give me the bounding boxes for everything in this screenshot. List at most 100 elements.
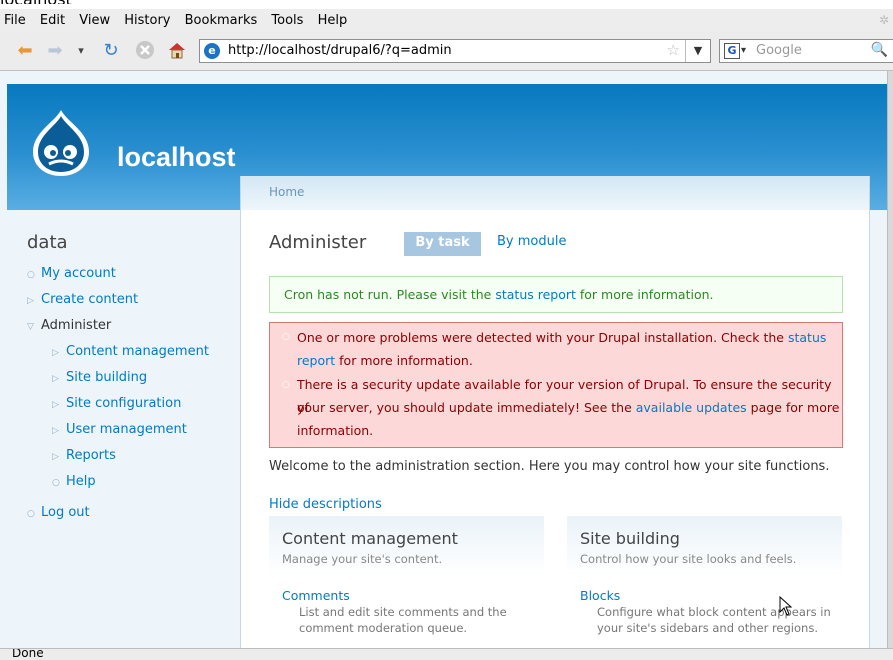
url-bar[interactable]: e http://localhost/drupal6/?q=admin ☆ ▼ [199, 39, 711, 63]
page-favicon-icon: e [204, 43, 220, 59]
url-dropdown-icon[interactable]: ▼ [685, 40, 710, 62]
sidebar-item-help[interactable]: ○ Help [52, 474, 96, 489]
bullet-icon: ○ [282, 380, 290, 390]
search-bar[interactable]: G ▾ Google 🔍 [719, 39, 893, 63]
status-text-after: for more information. [575, 287, 714, 302]
sidebar-item-label: Help [66, 474, 96, 489]
vertical-scrollbar[interactable] [887, 71, 893, 648]
sidebar-item-label: User management [66, 422, 187, 437]
search-input[interactable]: Google [756, 40, 802, 62]
status-bar: Done [0, 648, 893, 660]
reload-icon[interactable]: ↻ [100, 40, 122, 62]
sidebar-item-label: Log out [41, 505, 90, 520]
page-title: Administer [269, 232, 367, 253]
sidebar-item-label: Content management [66, 344, 209, 359]
bullet-icon: ○ [52, 478, 60, 488]
comments-link[interactable]: Comments [282, 588, 350, 603]
collapsed-triangle-icon: ▷ [27, 296, 34, 306]
sidebar-item-user-management[interactable]: ▷ User management [52, 422, 187, 437]
sidebar-item-create-content[interactable]: ▷ Create content [27, 292, 138, 307]
report-link[interactable]: report [297, 353, 335, 368]
welcome-text: Welcome to the administration section. H… [269, 459, 830, 474]
available-updates-link[interactable]: available updates [636, 400, 747, 415]
status-message: Cron has not run. Please visit the statu… [269, 276, 843, 313]
site-name[interactable]: localhost [117, 142, 236, 173]
tab-by-task[interactable]: By task [404, 232, 481, 256]
drupal-logo-icon[interactable] [29, 108, 93, 178]
panel-content-management: Content management Manage your site's co… [269, 516, 544, 648]
sidebar-item-label: Site configuration [66, 396, 182, 411]
panel-title: Content management [282, 529, 458, 548]
stop-icon[interactable] [134, 40, 156, 62]
menu-bar: File Edit View History Bookmarks Tools H… [0, 9, 893, 32]
google-engine-icon[interactable]: G [724, 43, 740, 59]
mouse-pointer-icon [779, 595, 793, 616]
sidebar-item-content-management[interactable]: ▷ Content management [52, 344, 209, 359]
tab-by-module[interactable]: By module [497, 234, 566, 249]
url-text[interactable]: http://localhost/drupal6/?q=admin [228, 40, 452, 62]
sidebar-item-site-building[interactable]: ▷ Site building [52, 370, 147, 385]
status-report-link[interactable]: status report [495, 287, 576, 302]
navigation-toolbar: ⬅ ➡ ▾ ↻ e http://localhost/drupal6/?q=ad… [0, 32, 893, 71]
bullet-icon: ○ [282, 332, 290, 342]
bullet-icon: ○ [27, 270, 35, 280]
throbber-icon: ✲ [878, 13, 889, 27]
bookmark-star-icon[interactable]: ☆ [667, 41, 680, 59]
sidebar-item-my-account[interactable]: ○ My account [27, 266, 116, 281]
status-text: Done [12, 648, 44, 660]
window-title-fragment: localhost [0, 0, 72, 4]
menu-history[interactable]: History [124, 9, 170, 32]
menu-bookmarks[interactable]: Bookmarks [185, 9, 258, 32]
error-text: One or more problems were detected with … [297, 330, 788, 345]
back-icon[interactable]: ⬅ [14, 40, 36, 62]
page-viewport: localhost data ○ My account ▷ Create conte… [0, 71, 893, 648]
sidebar-item-label: Reports [66, 448, 116, 463]
panel-description: Manage your site's content. [282, 552, 443, 566]
menu-help[interactable]: Help [318, 9, 348, 32]
sidebar-item-label: Administer [41, 318, 112, 333]
menu-view[interactable]: View [79, 9, 110, 32]
menu-edit[interactable]: Edit [40, 9, 65, 32]
menu-file[interactable]: File [4, 9, 26, 32]
breadcrumb: Home [241, 176, 869, 210]
error-text: page for more [746, 400, 840, 415]
sidebar: data ○ My account ▷ Create content ▽ Admini… [7, 210, 240, 648]
home-icon[interactable] [166, 40, 188, 62]
status-message-text: Cron has not run. Please visit the statu… [284, 287, 714, 302]
history-dropdown-icon[interactable]: ▾ [70, 40, 92, 62]
hide-descriptions-link[interactable]: Hide descriptions [269, 497, 382, 512]
engine-dropdown-icon[interactable]: ▾ [741, 40, 746, 62]
item-description: Configure what block content appears in … [597, 605, 831, 635]
blocks-link[interactable]: Blocks [580, 588, 620, 603]
collapsed-triangle-icon: ▷ [52, 400, 59, 410]
breadcrumb-home-link[interactable]: Home [269, 185, 304, 199]
forward-icon[interactable]: ➡ [44, 40, 66, 62]
panel-site-building: Site building Control how your site look… [567, 516, 842, 648]
item-description: List and edit site comments and the comm… [299, 605, 507, 635]
menu-tools[interactable]: Tools [271, 9, 303, 32]
status-link[interactable]: status [788, 330, 826, 345]
main-content: Home Administer By task By module Cron h… [240, 176, 870, 648]
search-icon[interactable]: 🔍 [871, 42, 888, 58]
sidebar-item-label: Create content [41, 292, 139, 307]
collapsed-triangle-icon: ▷ [52, 348, 59, 358]
status-text-before: Cron has not run. Please visit the [284, 287, 496, 302]
bullet-icon: ○ [27, 509, 35, 519]
sidebar-title: data [27, 232, 68, 253]
error-line: One or more problems were detected with … [297, 326, 826, 349]
sidebar-item-administer[interactable]: ▽ Administer [27, 318, 111, 333]
panel-description: Control how your site looks and feels. [580, 552, 797, 566]
sidebar-item-reports[interactable]: ▷ Reports [52, 448, 116, 463]
error-line: your server, you should update immediate… [297, 396, 839, 419]
error-line: report for more information. [297, 349, 473, 372]
panel-title: Site building [580, 529, 680, 548]
sidebar-item-label: Site building [66, 370, 148, 385]
error-line: information. [297, 423, 374, 438]
collapsed-triangle-icon: ▷ [52, 452, 59, 462]
error-message: ○ One or more problems were detected wit… [269, 322, 843, 448]
expanded-triangle-icon: ▽ [27, 322, 34, 332]
collapsed-triangle-icon: ▷ [52, 426, 59, 436]
sidebar-item-log-out[interactable]: ○ Log out [27, 505, 90, 520]
sidebar-item-site-configuration[interactable]: ▷ Site configuration [52, 396, 181, 411]
error-text: your server, you should update immediate… [297, 400, 636, 415]
